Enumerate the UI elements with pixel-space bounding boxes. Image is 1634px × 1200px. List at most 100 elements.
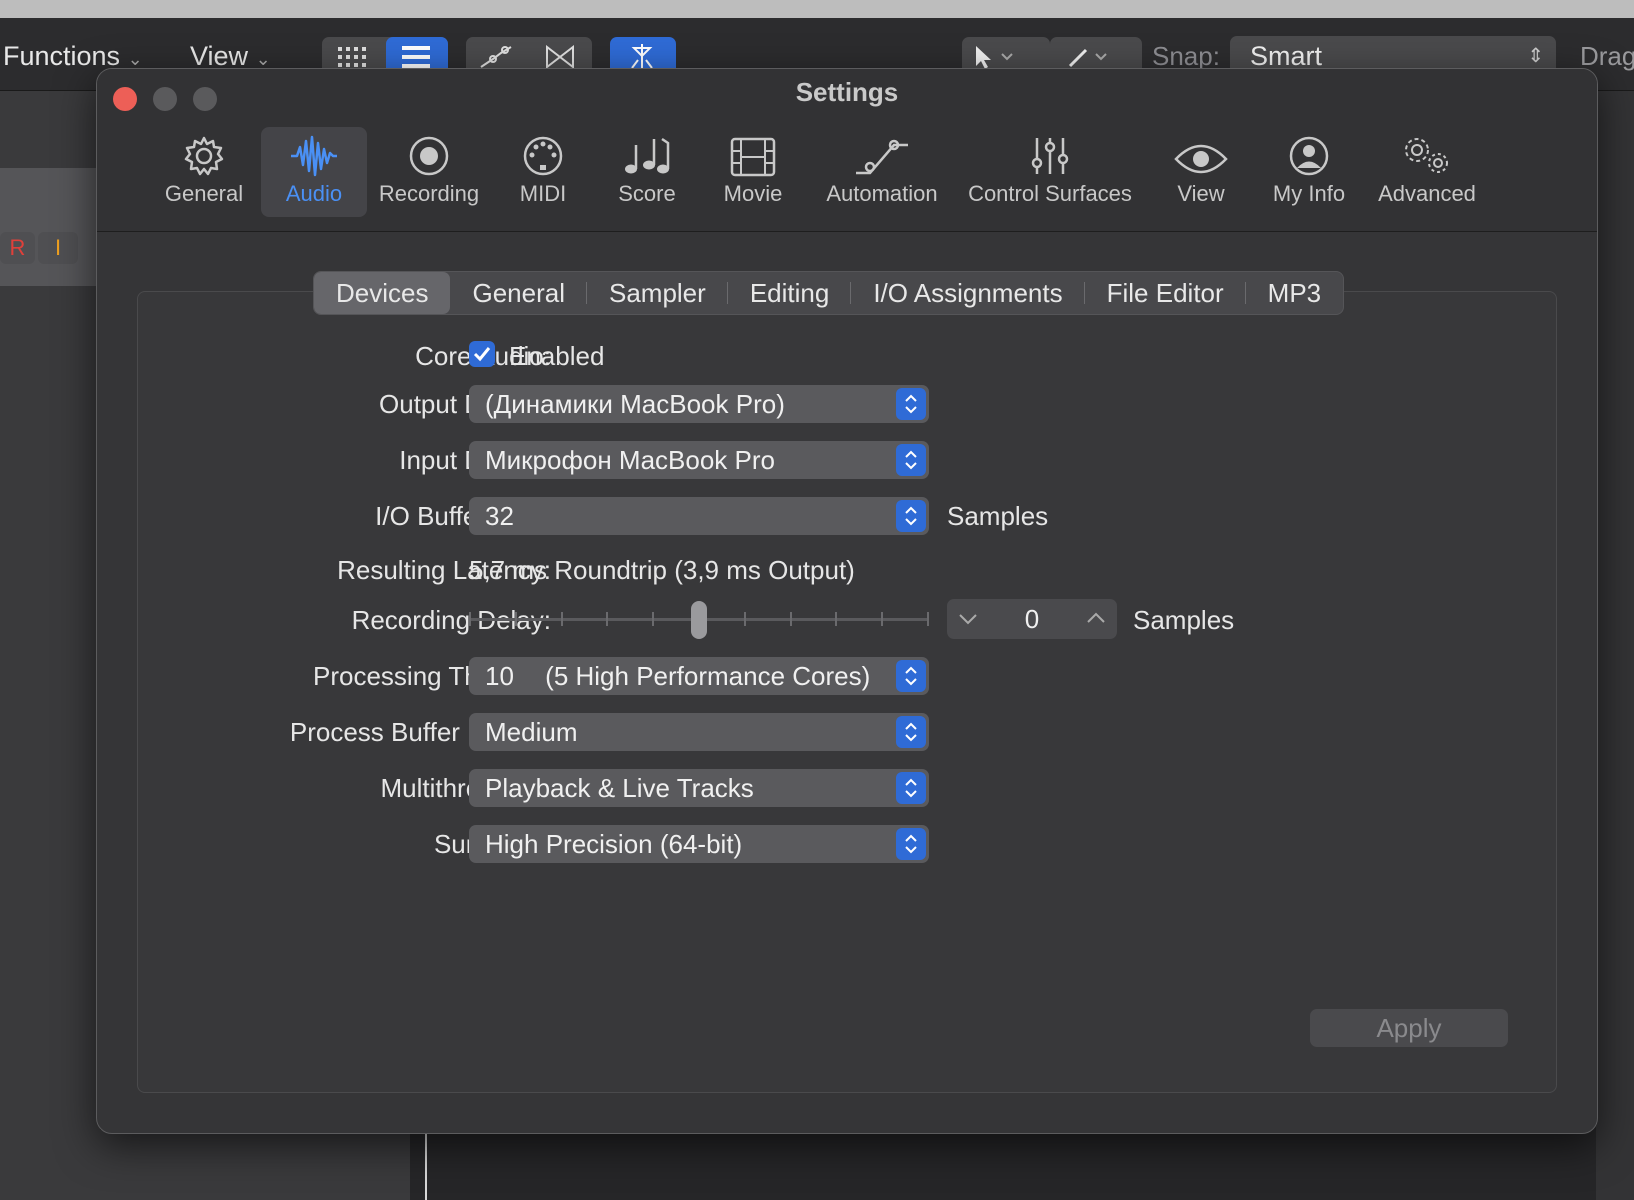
- input-device-value: Микрофон MacBook Pro: [485, 445, 775, 475]
- chevron-down-icon: ⌄: [255, 49, 271, 69]
- eye-icon: [1151, 127, 1251, 177]
- buffer-range-select[interactable]: Medium: [469, 713, 929, 751]
- sub-tab-bar: Devices General Sampler Editing I/O Assi…: [313, 271, 1345, 315]
- subtab-general[interactable]: General: [450, 272, 587, 314]
- tab-automation[interactable]: Automation: [815, 127, 949, 217]
- subtab-label: General: [472, 278, 565, 308]
- tab-advanced[interactable]: Advanced: [1367, 127, 1487, 217]
- tab-control-surfaces[interactable]: Control Surfaces: [961, 127, 1139, 217]
- multithreading-value: Playback & Live Tracks: [485, 773, 754, 803]
- slider-tick: [744, 612, 746, 626]
- tab-label: Audio: [285, 181, 343, 206]
- record-icon: [369, 127, 489, 177]
- multithreading-select[interactable]: Playback & Live Tracks: [469, 769, 929, 807]
- right-edge-panel: [1596, 91, 1634, 1200]
- subtab-label: Editing: [749, 278, 830, 308]
- threads-value: 10: [485, 661, 514, 691]
- tab-label: Automation: [826, 181, 938, 206]
- tab-recording[interactable]: Recording: [369, 127, 489, 217]
- slider-tick: [469, 612, 471, 626]
- window-title: Settings: [795, 77, 899, 107]
- recording-delay-stepper[interactable]: 0: [947, 599, 1117, 639]
- subtab-file-editor[interactable]: File Editor: [1085, 272, 1246, 314]
- tab-view[interactable]: View: [1151, 127, 1251, 217]
- tab-label: Score: [618, 181, 676, 206]
- up-down-chevron-icon: [896, 444, 926, 476]
- up-down-chevron-icon: [896, 660, 926, 692]
- person-icon: [1259, 127, 1359, 177]
- tab-label: View: [1177, 181, 1225, 206]
- subtab-sampler[interactable]: Sampler: [587, 272, 728, 314]
- music-notes-icon: [597, 127, 697, 177]
- chevron-down-icon: ⌄: [127, 49, 143, 69]
- tab-label: My Info: [1272, 181, 1346, 206]
- tab-midi[interactable]: MIDI: [493, 127, 593, 217]
- tab-audio[interactable]: Audio: [261, 127, 367, 217]
- subtab-label: MP3: [1267, 278, 1322, 308]
- buffer-size-unit: Samples: [947, 501, 1049, 531]
- tab-label: MIDI: [519, 181, 567, 206]
- tab-label: Control Surfaces: [968, 181, 1132, 206]
- gear-icon: [149, 127, 259, 177]
- core-audio-checkbox[interactable]: [469, 341, 495, 367]
- slider-tick: [515, 612, 517, 626]
- film-icon: [703, 127, 803, 177]
- slider-tick: [561, 612, 563, 626]
- tab-general[interactable]: General: [149, 127, 259, 217]
- buffer-size-select[interactable]: 32: [469, 497, 929, 535]
- checkmark-icon: [473, 347, 491, 362]
- automation-curve-icon: [815, 127, 949, 177]
- subtab-io-assignments[interactable]: I/O Assignments: [851, 272, 1085, 314]
- tab-label: Movie: [723, 181, 783, 206]
- subtab-label: Sampler: [608, 278, 706, 308]
- playhead-line: [425, 1130, 427, 1200]
- tab-movie[interactable]: Movie: [703, 127, 803, 217]
- settings-window: Settings General Audio Recording MIDI Sc…: [96, 68, 1598, 1134]
- subtab-label: File Editor: [1106, 278, 1224, 308]
- slider-tick: [927, 612, 929, 626]
- record-enable-button[interactable]: R: [0, 232, 35, 264]
- apply-button[interactable]: Apply: [1310, 1009, 1508, 1047]
- input-monitor-button[interactable]: I: [38, 232, 78, 264]
- midi-port-icon: [493, 127, 593, 177]
- output-device-select[interactable]: (Динамики MacBook Pro): [469, 385, 929, 423]
- slider-tick: [790, 612, 792, 626]
- recording-delay-unit: Samples: [1133, 605, 1235, 635]
- view-label: View: [190, 41, 249, 71]
- slider-tick: [835, 612, 837, 626]
- processing-threads-select[interactable]: 10 (5 High Performance Cores): [469, 657, 929, 695]
- track-header-row[interactable]: [0, 168, 100, 286]
- up-down-chevron-icon: [896, 716, 926, 748]
- tab-my-info[interactable]: My Info: [1259, 127, 1359, 217]
- up-down-chevron-icon: [896, 772, 926, 804]
- subtab-editing[interactable]: Editing: [728, 272, 852, 314]
- slider-tick: [881, 612, 883, 626]
- subtab-devices[interactable]: Devices: [314, 272, 451, 314]
- slider-thumb[interactable]: [691, 601, 707, 639]
- subtab-label: Devices: [336, 278, 429, 308]
- snap-value: Smart: [1250, 41, 1323, 71]
- tab-label: General: [164, 181, 244, 206]
- subtab-mp3[interactable]: MP3: [1246, 272, 1343, 314]
- tab-label: Advanced: [1378, 181, 1476, 206]
- summing-value: High Precision (64-bit): [485, 829, 743, 859]
- latency-value: 5,7 ms Roundtrip (3,9 ms Output): [469, 555, 855, 585]
- slider-tick: [652, 612, 654, 626]
- lower-track-area: [0, 1130, 410, 1200]
- input-device-select[interactable]: Микрофон MacBook Pro: [469, 441, 929, 479]
- buffer-range-value: Medium: [485, 717, 578, 747]
- tab-score[interactable]: Score: [597, 127, 697, 217]
- up-down-chevron-icon: [896, 500, 926, 532]
- core-audio-enabled-label: Enabled: [509, 341, 605, 371]
- menu-strip: [0, 0, 1634, 18]
- up-down-chevron-icon: [896, 388, 926, 420]
- output-device-value: (Динамики MacBook Pro): [485, 389, 785, 419]
- up-down-chevron-icon: [896, 828, 926, 860]
- gears-icon: [1367, 127, 1487, 177]
- functions-label: Functions: [3, 41, 121, 71]
- summing-select[interactable]: High Precision (64-bit): [469, 825, 929, 863]
- subtab-label: I/O Assignments: [873, 278, 1063, 308]
- waveform-icon: [261, 127, 367, 177]
- recording-delay-slider[interactable]: [469, 599, 929, 639]
- chevron-up-icon[interactable]: [1085, 607, 1107, 634]
